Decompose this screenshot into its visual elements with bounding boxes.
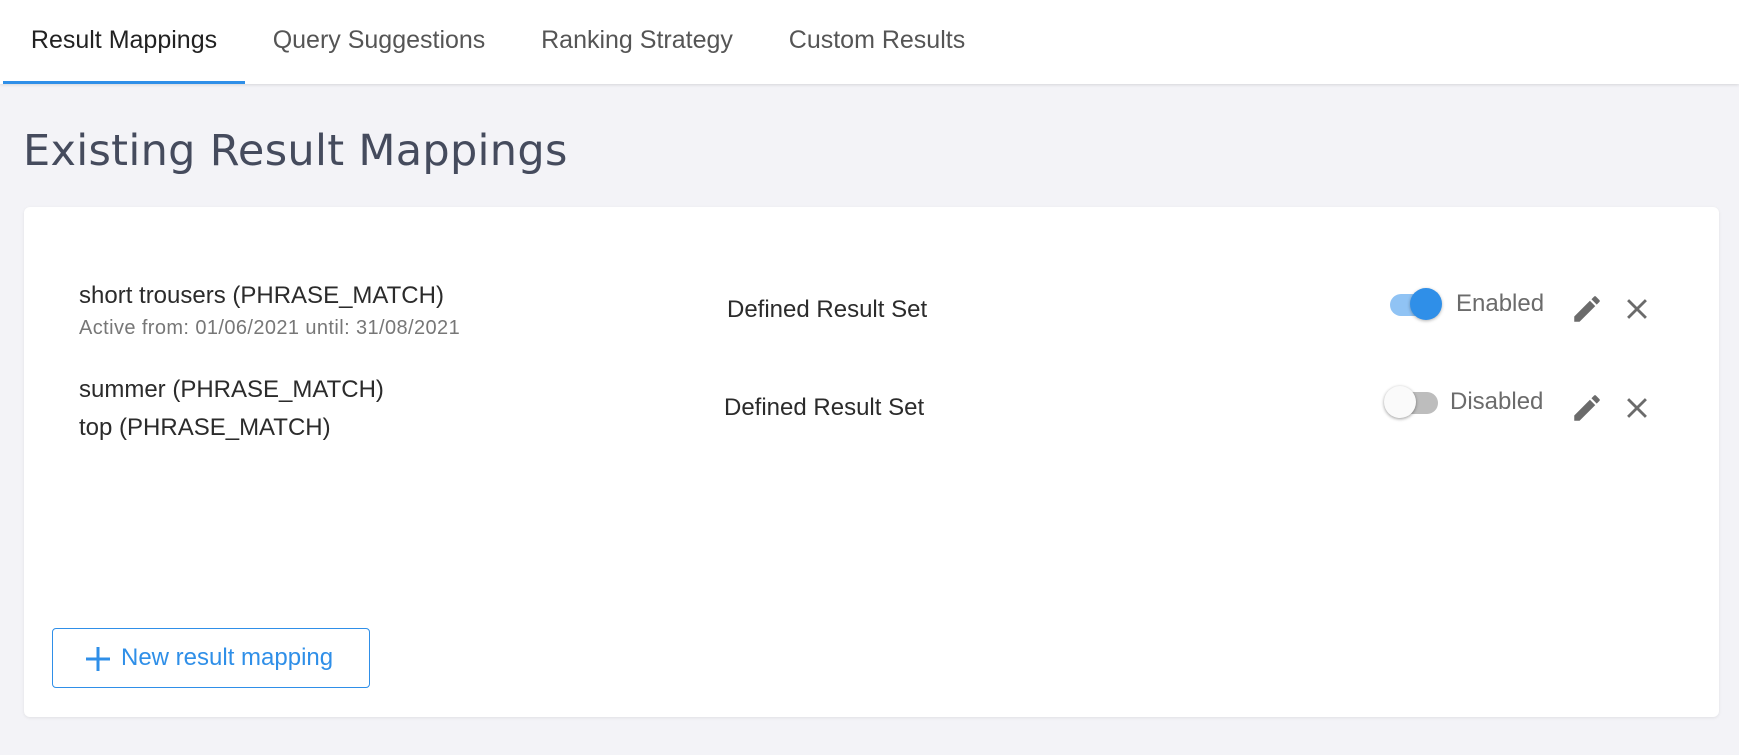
mapping-query: short trousers (PHRASE_MATCH) — [79, 282, 444, 309]
tab-bar: Result Mappings Query Suggestions Rankin… — [0, 0, 1739, 84]
toggle-knob — [1384, 386, 1416, 418]
plus-icon — [85, 646, 111, 672]
new-result-mapping-label: New result mapping — [121, 644, 334, 671]
mapping-query: top (PHRASE_MATCH) — [79, 414, 331, 441]
mapping-type: Defined Result Set — [727, 296, 928, 323]
enabled-toggle[interactable] — [1384, 383, 1440, 418]
new-result-mapping-button[interactable]: New result mapping — [52, 628, 370, 688]
tab-custom-results[interactable]: Custom Results — [761, 0, 993, 84]
page-title: Existing Result Mappings — [23, 126, 568, 176]
tab-query-suggestions[interactable]: Query Suggestions — [245, 0, 513, 84]
tab-ranking-strategy[interactable]: Ranking Strategy — [513, 0, 761, 84]
mapping-active-period: Active from: 01/06/2021 until: 31/08/202… — [79, 317, 461, 339]
enabled-toggle[interactable] — [1386, 285, 1442, 320]
edit-pencil-icon[interactable] — [1570, 292, 1604, 326]
toggle-knob — [1410, 288, 1442, 320]
close-x-icon[interactable] — [1620, 292, 1654, 326]
toggle-status-label: Enabled — [1456, 290, 1545, 317]
mappings-card: short trousers (PHRASE_MATCH) Active fro… — [24, 207, 1719, 717]
edit-pencil-icon[interactable] — [1570, 391, 1604, 425]
mapping-query: summer (PHRASE_MATCH) — [79, 376, 384, 403]
close-x-icon[interactable] — [1620, 391, 1654, 425]
tab-result-mappings[interactable]: Result Mappings — [3, 0, 245, 84]
mapping-type: Defined Result Set — [724, 394, 925, 421]
toggle-status-label: Disabled — [1450, 388, 1544, 415]
